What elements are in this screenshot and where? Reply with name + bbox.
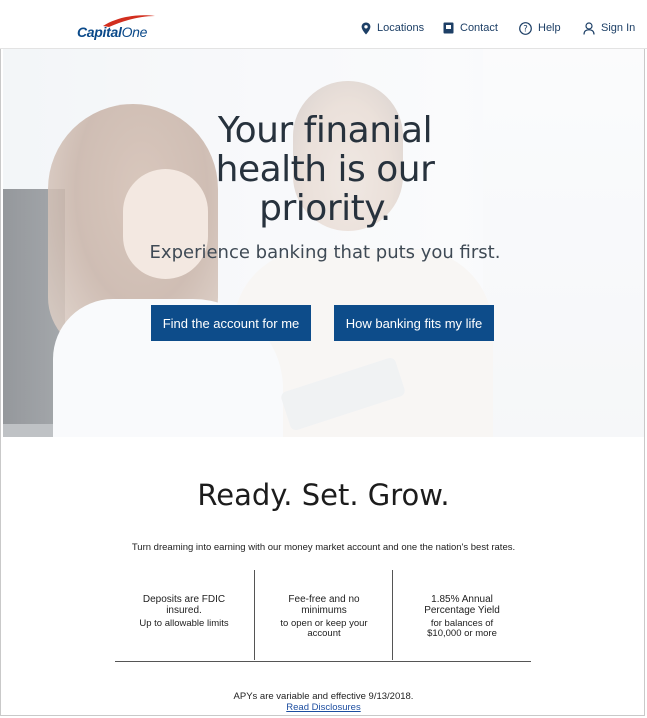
feature-fee-free-heading: Fee-free and no minimums <box>288 594 360 616</box>
nav-help[interactable]: ? Help <box>519 18 561 38</box>
capital-one-logo[interactable]: CapitalOne <box>77 14 157 42</box>
logo-wordmark: CapitalOne <box>77 24 148 40</box>
feature-fee-free-detail: to open or keep your account <box>280 618 368 639</box>
feature-fee-free: Fee-free and no minimums to open or keep… <box>254 570 393 660</box>
find-account-button[interactable]: Find the account for me <box>151 305 311 341</box>
disclosures-row: Read Disclosures <box>0 702 647 713</box>
location-pin-icon <box>361 22 371 34</box>
nav-contact-label: Contact <box>460 22 498 34</box>
help-circle-icon: ? <box>519 21 532 35</box>
read-disclosures-link[interactable]: Read Disclosures <box>286 702 360 713</box>
svg-text:?: ? <box>523 24 528 34</box>
apy-note: APYs are variable and effective 9/13/201… <box>233 691 414 702</box>
ready-set-grow-heading: Ready. Set. Grow. <box>197 478 450 512</box>
ready-description: Turn dreaming into earning with our mone… <box>131 542 516 553</box>
feature-apy-detail: for balances of $10,000 or more <box>427 618 497 639</box>
nav-sign-in[interactable]: Sign In <box>583 18 635 38</box>
feature-apy: 1.85% Annual Percentage Yield for balanc… <box>392 570 531 660</box>
nav-help-label: Help <box>538 22 561 34</box>
feature-fdic-detail: Up to allowable limits <box>139 618 229 629</box>
feature-fdic-heading: Deposits are FDIC insured. <box>142 594 226 616</box>
feature-fdic: Deposits are FDIC insured. Up to allowab… <box>115 570 253 660</box>
features-row: Deposits are FDIC insured. Up to allowab… <box>115 570 531 662</box>
nav-locations[interactable]: Locations <box>361 18 424 38</box>
site-header: CapitalOne Locations Contact ? Help Sign… <box>0 0 647 49</box>
how-banking-fits-button[interactable]: How banking fits my life <box>334 305 494 341</box>
user-icon <box>583 21 595 35</box>
nav-sign-in-label: Sign In <box>601 22 636 34</box>
feature-apy-heading: 1.85% Annual Percentage Yield <box>424 594 500 616</box>
contact-book-icon <box>443 22 454 34</box>
hero-title: Your finanial health is our priority. <box>215 110 435 229</box>
hero-subtitle: Experience banking that puts you first. <box>149 242 501 263</box>
hero-banner: Your finanial health is our priority. Ex… <box>3 49 644 437</box>
nav-contact[interactable]: Contact <box>443 18 498 38</box>
nav-locations-label: Locations <box>377 22 425 34</box>
